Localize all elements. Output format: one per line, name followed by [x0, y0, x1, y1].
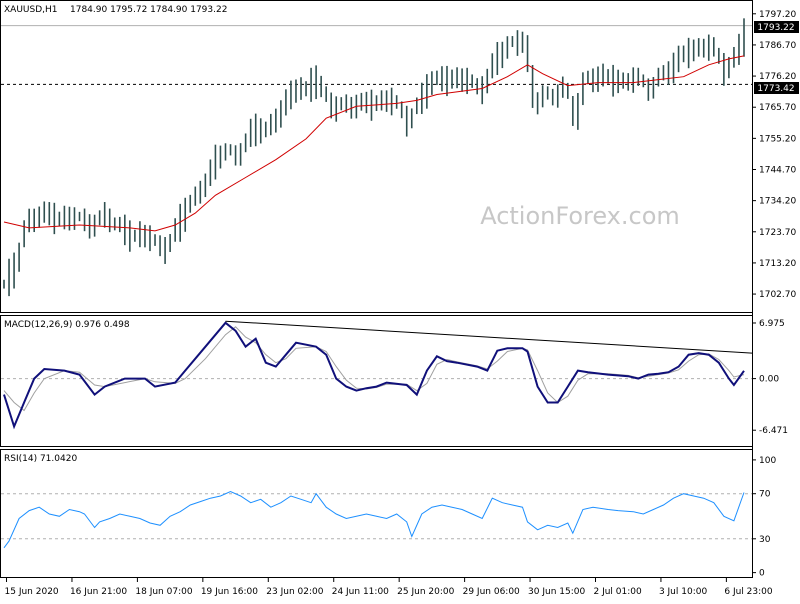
rsi-label: RSI(14) 71.0420 — [4, 454, 77, 464]
symbol-label: XAUUSD,H1 — [4, 5, 58, 15]
macd-main-line — [3, 321, 745, 430]
ohlc-label: 1784.90 1795.72 1784.90 1793.22 — [70, 5, 227, 15]
time-tick-label: 30 Jun 15:00 — [528, 587, 585, 597]
time-tick-label: 23 Jun 02:00 — [266, 587, 323, 597]
time-tick-label: 6 Jul 23:00 — [724, 587, 773, 597]
time-tick-label: 15 Jun 2020 — [5, 587, 59, 597]
time-tick-label: 18 Jun 07:00 — [135, 587, 192, 597]
axis-tick-label: 1744.70 — [759, 165, 796, 175]
rsi-axis-ticks: 100 70 30 0 — [752, 456, 776, 579]
macd-label: MACD(12,26,9) 0.976 0.498 — [4, 320, 130, 330]
axis-tick-label: 6.975 — [759, 319, 785, 329]
axis-tick-label: 1755.20 — [759, 134, 796, 144]
dashed-level-value: 1773.42 — [757, 84, 794, 94]
axis-tick-label: 1713.20 — [759, 259, 796, 269]
axis-tick-label: 1723.70 — [759, 228, 796, 238]
forex-chart: ActionForex.com 1797.20 1786.70 1776.20 176… — [0, 0, 800, 600]
axis-tick-label: 1786.70 — [759, 41, 796, 51]
time-tick-label: 2 Jul 01:00 — [593, 587, 642, 597]
time-tick-label: 25 Jun 20:00 — [397, 587, 454, 597]
macd-signal-line — [3, 326, 745, 412]
axis-tick-label: 1797.20 — [759, 10, 796, 20]
time-axis: 15 Jun 2020 16 Jun 21:00 18 Jun 07:00 19 Ju… — [5, 578, 773, 597]
axis-tick-label: 1776.20 — [759, 72, 796, 82]
price-axis-ticks: 1797.20 1786.70 1776.20 1765.70 1755.20 1744.… — [752, 10, 796, 300]
price-bars — [3, 18, 745, 297]
price-pane-frame — [0, 0, 753, 313]
time-tick-label: 16 Jun 21:00 — [70, 587, 127, 597]
time-tick-label: 3 Jul 10:00 — [659, 587, 708, 597]
watermark: ActionForex.com — [480, 202, 680, 230]
axis-tick-label: -6.471 — [759, 426, 788, 436]
chart-canvas: ActionForex.com 1797.20 1786.70 1776.20 176… — [0, 0, 799, 597]
macd-trendline — [225, 320, 753, 354]
axis-tick-label: 100 — [759, 456, 776, 466]
rsi-line — [3, 490, 745, 549]
axis-tick-label: 1702.70 — [759, 290, 796, 300]
macd-pane-frame — [0, 315, 753, 447]
axis-tick-label: 70 — [759, 490, 771, 500]
time-tick-label: 29 Jun 06:00 — [463, 587, 520, 597]
axis-tick-label: 0 — [759, 569, 765, 579]
macd-axis-ticks: 6.975 0.00 -6.471 — [752, 319, 788, 436]
axis-tick-label: 0.00 — [759, 375, 779, 385]
axis-tick-label: 1734.20 — [759, 197, 796, 207]
axis-tick-label: 1765.70 — [759, 103, 796, 113]
time-tick-label: 24 Jun 11:00 — [332, 587, 389, 597]
time-tick-label: 19 Jun 16:00 — [201, 587, 258, 597]
axis-tick-label: 30 — [759, 535, 771, 545]
current-price-value: 1793.22 — [757, 23, 794, 33]
